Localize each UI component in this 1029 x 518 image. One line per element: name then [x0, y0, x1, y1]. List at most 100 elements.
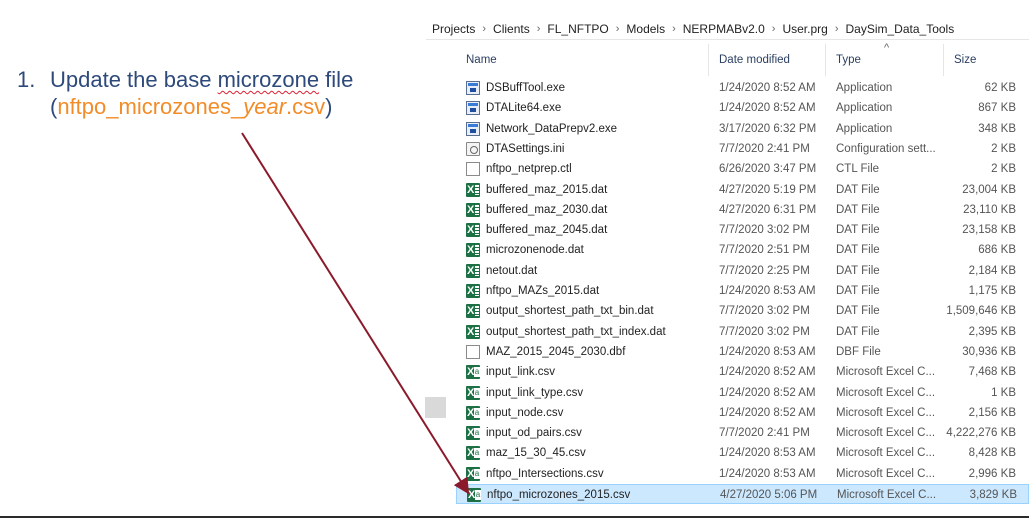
- instruction-keyword: microzone: [217, 67, 320, 92]
- file-name-cell: MAZ_2015_2045_2030.dbf: [466, 342, 716, 362]
- breadcrumb-item[interactable]: Projects: [432, 22, 475, 36]
- file-type: Microsoft Excel C...: [836, 427, 936, 440]
- file-name-cell: DSBuffTool.exe: [466, 78, 716, 98]
- instruction-text-pre: Update the base: [50, 67, 218, 92]
- file-name-cell: nftpo_microzones_2015.csv: [467, 485, 717, 505]
- file-row[interactable]: DTASettings.ini 7/7/2020 2:41 PM Configura…: [456, 139, 1029, 159]
- file-size: 2,156 KB: [968, 406, 1016, 419]
- file-size: 2,996 KB: [968, 467, 1016, 480]
- file-date-modified: 7/7/2020 3:02 PM: [719, 224, 810, 237]
- file-name: Network_DataPrepv2.exe: [486, 122, 618, 135]
- excel-csv-icon: [466, 466, 480, 481]
- file-name: DTALite64.exe: [486, 102, 562, 115]
- file-row[interactable]: DTALite64.exe 1/24/2020 8:52 AM Applicatio…: [456, 98, 1029, 118]
- step-number: 1.: [17, 67, 36, 92]
- file-name-cell: Network_DataPrepv2.exe: [466, 119, 716, 139]
- file-date-modified: 6/26/2020 3:47 PM: [719, 163, 817, 176]
- file-name-cell: output_shortest_path_txt_bin.dat: [466, 301, 716, 321]
- file-date-modified: 7/7/2020 2:51 PM: [719, 244, 810, 257]
- instruction-step: 1. Update the base microzone file (nftpo_…: [17, 66, 353, 120]
- file-row[interactable]: Network_DataPrepv2.exe 3/17/2020 6:32 PM A…: [456, 119, 1029, 139]
- file-name: nftpo_microzones_2015.csv: [487, 489, 631, 501]
- file-type: DAT File: [836, 285, 880, 297]
- excel-icon: [466, 304, 480, 319]
- file-name-cell: nftpo_MAZs_2015.dat: [466, 281, 716, 301]
- file-name-cell: input_od_pairs.csv: [466, 423, 716, 443]
- file-row[interactable]: nftpo_MAZs_2015.dat 1/24/2020 8:53 AM DAT …: [456, 281, 1029, 301]
- excel-csv-icon: [466, 405, 480, 420]
- excel-icon: [466, 182, 480, 197]
- file-name: nftpo_Intersections.csv: [486, 467, 604, 480]
- file-row[interactable]: input_link.csv 1/24/2020 8:52 AM Microsoft…: [456, 362, 1029, 382]
- column-header-name[interactable]: Name: [456, 44, 709, 76]
- file-type: DAT File: [836, 183, 880, 196]
- file-date-modified: 3/17/2020 6:32 PM: [719, 122, 817, 135]
- file-row[interactable]: MAZ_2015_2045_2030.dbf 1/24/2020 8:53 AM D…: [456, 342, 1029, 362]
- file-type: Application: [836, 102, 893, 115]
- file-row[interactable]: maz_15_30_45.csv 1/24/2020 8:53 AM Microso…: [456, 443, 1029, 463]
- file-type: Application: [836, 122, 893, 135]
- breadcrumb-separator-icon: ›: [536, 22, 541, 35]
- file-size: 23,158 KB: [962, 224, 1016, 237]
- breadcrumb-item[interactable]: Clients: [493, 22, 530, 36]
- file-name-cell: DTASettings.ini: [466, 139, 716, 159]
- application-icon: [466, 81, 480, 95]
- breadcrumb-item[interactable]: Models: [626, 22, 665, 36]
- file-name: output_shortest_path_txt_bin.dat: [486, 305, 654, 318]
- file-row[interactable]: buffered_maz_2030.dat 4/27/2020 6:31 PM DA…: [456, 200, 1029, 220]
- breadcrumb-item[interactable]: DaySim_Data_Tools: [846, 22, 955, 36]
- file-size: 7,468 KB: [968, 366, 1016, 379]
- file-row[interactable]: input_node.csv 1/24/2020 8:52 AM Microsoft…: [456, 403, 1029, 423]
- file-type: DAT File: [836, 325, 880, 338]
- file-date-modified: 1/24/2020 8:53 AM: [719, 447, 816, 460]
- column-header-size[interactable]: Size: [944, 44, 1029, 76]
- file-date-modified: 1/24/2020 8:53 AM: [719, 345, 816, 358]
- file-row[interactable]: nftpo_netprep.ctl 6/26/2020 3:47 PM CTL Fi…: [456, 159, 1029, 179]
- file-size: 3,829 KB: [969, 489, 1017, 501]
- paren-close: ): [325, 94, 333, 119]
- file-date-modified: 1/24/2020 8:53 AM: [719, 467, 816, 480]
- excel-icon: [466, 243, 480, 258]
- file-size: 8,428 KB: [968, 447, 1016, 460]
- file-row[interactable]: DSBuffTool.exe 1/24/2020 8:52 AM Applicati…: [456, 78, 1029, 98]
- file-row-selected[interactable]: nftpo_microzones_2015.csv 4/27/2020 5:06 …: [456, 484, 1029, 504]
- file-name-cell: nftpo_Intersections.csv: [466, 464, 716, 484]
- column-header-date[interactable]: Date modified: [709, 44, 826, 76]
- file-name: input_link_type.csv: [486, 386, 584, 399]
- breadcrumb-item[interactable]: NERPMABv2.0: [683, 22, 765, 36]
- file-size: 4,222,276 KB: [946, 427, 1016, 440]
- breadcrumb-item[interactable]: FL_NFTPO: [547, 22, 608, 36]
- file-name: buffered_maz_2015.dat: [486, 183, 608, 196]
- file-name: nftpo_netprep.ctl: [486, 163, 572, 176]
- file-type: Microsoft Excel C...: [836, 406, 936, 419]
- file-row[interactable]: nftpo_Intersections.csv 1/24/2020 8:53 AM…: [456, 464, 1029, 484]
- file-row[interactable]: netout.dat 7/7/2020 2:25 PM DAT File 2,184 …: [456, 261, 1029, 281]
- file-type: DAT File: [836, 264, 880, 277]
- file-name-cell: buffered_maz_2030.dat: [466, 200, 716, 220]
- file-name: netout.dat: [486, 264, 538, 277]
- settings-file-icon: [466, 141, 480, 156]
- file-row[interactable]: microzonenode.dat 7/7/2020 2:51 PM DAT Fil…: [456, 240, 1029, 260]
- file-row[interactable]: buffered_maz_2015.dat 4/27/2020 5:19 PM DA…: [456, 180, 1029, 200]
- file-date-modified: 1/24/2020 8:52 AM: [719, 82, 816, 94]
- file-name: DSBuffTool.exe: [486, 82, 566, 94]
- file-type: Microsoft Excel C...: [836, 467, 936, 480]
- file-name-cell: netout.dat: [466, 261, 716, 281]
- file-name: maz_15_30_45.csv: [486, 447, 586, 460]
- breadcrumb-item[interactable]: User.prg: [782, 22, 827, 36]
- file-name-cell: maz_15_30_45.csv: [466, 443, 716, 463]
- breadcrumb: Projects › Clients › FL_NFTPO › Models › NERPMAB…: [426, 18, 1029, 40]
- file-row[interactable]: buffered_maz_2045.dat 7/7/2020 3:02 PM DAT…: [456, 220, 1029, 240]
- column-headers: Name Date modified Type Size ^: [456, 42, 1029, 76]
- file-row[interactable]: input_link_type.csv 1/24/2020 8:52 AM Micr…: [456, 383, 1029, 403]
- file-type: Microsoft Excel C...: [837, 489, 937, 501]
- file-row[interactable]: input_od_pairs.csv 7/7/2020 2:41 PM Micros…: [456, 423, 1029, 443]
- slide-placeholder-square: [425, 397, 446, 418]
- breadcrumb-separator-icon: ›: [834, 22, 839, 35]
- file-name-cell: buffered_maz_2015.dat: [466, 180, 716, 200]
- file-row[interactable]: output_shortest_path_txt_index.dat 7/7/20…: [456, 322, 1029, 342]
- excel-csv-icon: [466, 426, 480, 441]
- file-row[interactable]: output_shortest_path_txt_bin.dat 7/7/2020…: [456, 301, 1029, 321]
- file-name-cell: input_node.csv: [466, 403, 716, 423]
- breadcrumb-separator-icon: ›: [672, 22, 676, 35]
